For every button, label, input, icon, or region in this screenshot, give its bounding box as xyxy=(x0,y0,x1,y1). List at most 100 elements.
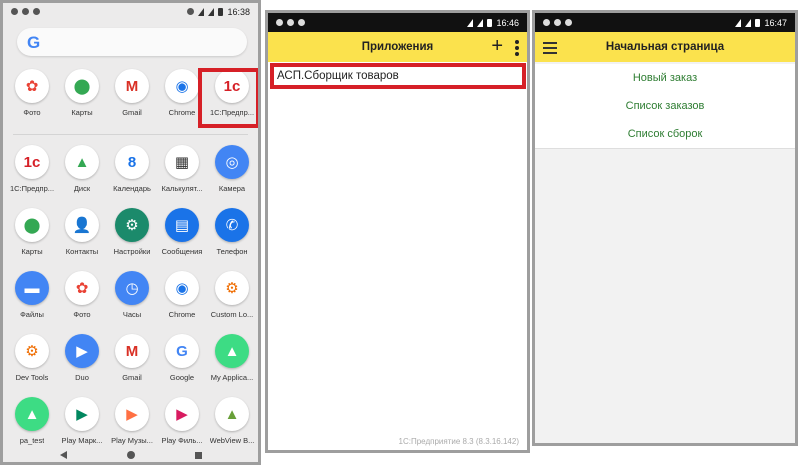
gmail-icon: M xyxy=(115,334,149,368)
app-icon-tile[interactable]: ◷ Часы xyxy=(107,271,157,334)
android-app-icon: ▲ xyxy=(215,334,249,368)
app-icon-tile[interactable]: ▤ Сообщения xyxy=(157,208,207,271)
app-label: Dev Tools xyxy=(15,373,49,382)
hamburger-menu-icon[interactable] xyxy=(543,42,557,54)
app-label: Календарь xyxy=(113,184,151,193)
app-icon-tile[interactable]: ✿ Фото xyxy=(7,69,57,132)
maps-icon: ⬤ xyxy=(15,208,49,242)
notification-icon xyxy=(22,8,29,15)
list-item-application[interactable]: АСП.Сборщик товаров xyxy=(270,63,526,89)
app-icon-tile[interactable]: ▦ Калькулят... xyxy=(157,145,207,208)
calculator-icon: ▦ xyxy=(165,145,199,179)
app-header: Приложения + xyxy=(268,32,527,62)
back-icon[interactable] xyxy=(59,451,67,459)
list-item-label: АСП.Сборщик товаров xyxy=(277,70,399,82)
signal-icon xyxy=(745,18,752,27)
app-label: Play Марк... xyxy=(61,436,103,445)
app-label: My Applica... xyxy=(210,373,254,382)
chrome-icon: ◉ xyxy=(165,271,199,305)
photos-icon: ✿ xyxy=(15,69,49,103)
app-icon-tile[interactable]: ◉ Chrome xyxy=(157,271,207,334)
app-label: Play Музы... xyxy=(111,436,153,445)
app-icon-tile[interactable]: ⬤ Карты xyxy=(57,69,107,132)
app-label: Duo xyxy=(75,373,89,382)
app-label: pa_test xyxy=(19,436,45,445)
camera-icon: ◎ xyxy=(215,145,249,179)
google-logo-icon: G xyxy=(27,33,41,52)
app-icon-tile[interactable]: ◎ Камера xyxy=(207,145,257,208)
battery-icon xyxy=(755,18,761,27)
app-icon-tile[interactable]: ⚙ Настройки xyxy=(107,208,157,271)
drive-icon: ▲ xyxy=(65,145,99,179)
wifi-icon xyxy=(198,7,205,16)
app-label: Камера xyxy=(218,184,246,193)
status-bar: 16:46 xyxy=(268,13,527,32)
app-label: Контакты xyxy=(65,247,99,256)
app-label: WebView B... xyxy=(209,436,255,445)
add-button[interactable]: + xyxy=(491,35,503,57)
phone-icon: ✆ xyxy=(215,208,249,242)
navigation-bar xyxy=(3,448,258,462)
signal-icon xyxy=(208,7,215,16)
app-icon-tile[interactable]: ▲ Диск xyxy=(57,145,107,208)
notification-icon xyxy=(276,19,283,26)
app-label: Chrome xyxy=(168,310,196,319)
start-menu: Новый заказ Список заказов Список сборок xyxy=(535,64,795,149)
app-label: Фото xyxy=(23,108,41,117)
new-order-link[interactable]: Новый заказ xyxy=(535,64,795,92)
app-icon-tile[interactable]: ⬤ Карты xyxy=(7,208,57,271)
dev-tools-icon: ⚙ xyxy=(15,334,49,368)
more-menu-icon[interactable] xyxy=(515,40,519,56)
app-label: Gmail xyxy=(122,108,142,117)
app-icon-tile[interactable]: ✆ Телефон xyxy=(207,208,257,271)
status-bar: 16:38 xyxy=(3,3,258,20)
photos-icon: ✿ xyxy=(65,271,99,305)
app-icon-tile[interactable]: ▶ Duo xyxy=(57,334,107,397)
battery-icon xyxy=(487,18,493,27)
highlight-box xyxy=(198,68,258,128)
app-label: Часы xyxy=(122,310,142,319)
notification-icon xyxy=(298,19,305,26)
version-label: 1С:Предприятие 8.3 (8.3.16.142) xyxy=(398,437,519,446)
app-label: Карты xyxy=(21,247,43,256)
battery-icon xyxy=(218,7,224,16)
app-icon-tile[interactable]: 1с 1С:Предпр... xyxy=(7,145,57,208)
app-icon-tile[interactable]: M Gmail xyxy=(107,69,157,132)
wifi-icon xyxy=(735,18,742,27)
location-icon xyxy=(187,8,195,15)
google-search-bar[interactable]: G xyxy=(17,28,247,56)
app-label: Сообщения xyxy=(161,247,203,256)
play-music-icon: ▶ xyxy=(115,397,149,431)
chrome-icon: ◉ xyxy=(165,69,199,103)
app-icon-tile[interactable]: ▬ Файлы xyxy=(7,271,57,334)
page-title: Приложения xyxy=(361,41,434,53)
assemblies-list-link[interactable]: Список сборок xyxy=(535,120,795,148)
app-label: Play Филь... xyxy=(161,436,203,445)
contacts-icon: 👤 xyxy=(65,208,99,242)
play-movies-icon: ▶ xyxy=(165,397,199,431)
app-label: Файлы xyxy=(20,310,44,319)
app-icon-tile[interactable]: ⚙ Custom Lo... xyxy=(207,271,257,334)
launcher-screen: 16:38 G ✿ Фото ⬤ Карты M Gmail ◉ Chrome 1с 1С:Пре… xyxy=(0,0,261,465)
app-icon-tile[interactable]: 👤 Контакты xyxy=(57,208,107,271)
app-label: Google xyxy=(169,373,195,382)
app-icon-tile[interactable]: 8 Календарь xyxy=(107,145,157,208)
notification-icon xyxy=(565,19,572,26)
status-bar: 16:47 xyxy=(535,13,795,32)
app-icon-tile[interactable]: ✿ Фото xyxy=(57,271,107,334)
recents-icon[interactable] xyxy=(194,451,202,459)
app-icon-tile[interactable]: ▲ My Applica... xyxy=(207,334,257,397)
clock-icon: ◷ xyxy=(115,271,149,305)
status-time: 16:46 xyxy=(496,17,519,28)
app-icon-tile[interactable]: ⚙ Dev Tools xyxy=(7,334,57,397)
android-app-icon: ▲ xyxy=(15,397,49,431)
calendar-icon: 8 xyxy=(115,145,149,179)
status-time: 16:47 xyxy=(764,17,787,28)
app-icon-tile[interactable]: G Google xyxy=(157,334,207,397)
home-icon[interactable] xyxy=(126,451,135,459)
app-header: Начальная страница xyxy=(535,32,795,62)
orders-list-link[interactable]: Список заказов xyxy=(535,92,795,120)
home-page-screen: 16:47 Начальная страница Новый заказ Спи… xyxy=(532,10,798,446)
app-icon-tile[interactable]: M Gmail xyxy=(107,334,157,397)
app-label: Chrome xyxy=(168,108,196,117)
